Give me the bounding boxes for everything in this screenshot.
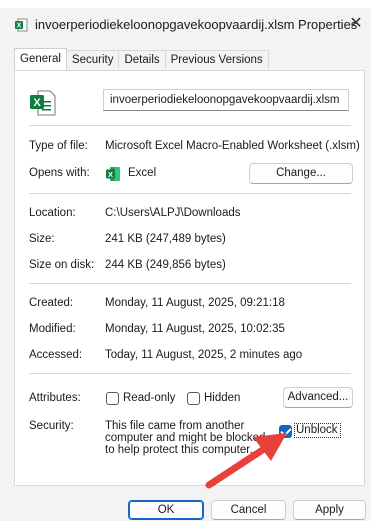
accessed-label: Accessed: bbox=[29, 349, 83, 361]
security-label: Security: bbox=[29, 420, 74, 432]
filename-input[interactable]: invoerperiodiekeloonopgavekoopvaardij.xl… bbox=[103, 89, 349, 111]
hidden-label[interactable]: Hidden bbox=[204, 392, 240, 404]
size-label: Size: bbox=[29, 233, 55, 245]
change-button-label: Change... bbox=[276, 167, 326, 179]
opens-with-value: Excel bbox=[128, 167, 157, 179]
accessed-value: Today, 11 August, 2025, 2 minutes ago bbox=[105, 349, 303, 361]
svg-text:X: X bbox=[17, 23, 22, 30]
advanced-button-label: Advanced... bbox=[287, 391, 349, 403]
created-label: Created: bbox=[29, 297, 74, 309]
window-title: invoerperiodiekeloonopgavekoopvaardij.xl… bbox=[35, 17, 358, 32]
readonly-checkbox[interactable] bbox=[106, 392, 119, 405]
cancel-button[interactable]: Cancel bbox=[211, 500, 286, 520]
apply-button-label: Apply bbox=[315, 504, 344, 516]
created-value: Monday, 11 August, 2025, 09:21:18 bbox=[105, 297, 285, 309]
divider bbox=[29, 193, 351, 194]
title-bar: X invoerperiodiekeloonopgavekoopvaardij.… bbox=[0, 8, 371, 42]
type-of-file-value: Microsoft Excel Macro-Enabled Worksheet … bbox=[105, 140, 360, 152]
security-warning-text: This file came from another computer and… bbox=[105, 420, 266, 456]
excel-file-icon: X bbox=[30, 90, 56, 116]
size-on-disk-value: 244 KB (249,856 bytes) bbox=[105, 259, 226, 271]
excel-file-icon: X bbox=[15, 18, 28, 32]
divider bbox=[29, 125, 351, 126]
ok-button-label: OK bbox=[157, 504, 175, 516]
tab-previous-versions[interactable]: Previous Versions bbox=[164, 50, 269, 69]
size-value: 241 KB (247,489 bytes) bbox=[105, 233, 226, 245]
location-value: C:\Users\ALPJ\Downloads bbox=[105, 207, 241, 219]
tab-security[interactable]: Security bbox=[65, 50, 120, 69]
cancel-button-label: Cancel bbox=[230, 504, 267, 516]
svg-text:X: X bbox=[108, 170, 113, 179]
location-label: Location: bbox=[29, 207, 76, 219]
divider bbox=[29, 373, 351, 374]
background-strip bbox=[0, 0, 371, 8]
excel-app-icon: X bbox=[106, 167, 120, 181]
ok-button[interactable]: OK bbox=[128, 500, 204, 520]
size-on-disk-label: Size on disk: bbox=[29, 259, 95, 271]
divider bbox=[29, 283, 351, 284]
properties-dialog: X invoerperiodiekeloonopgavekoopvaardij.… bbox=[0, 0, 371, 521]
modified-label: Modified: bbox=[29, 323, 76, 335]
svg-text:X: X bbox=[33, 97, 41, 109]
modified-value: Monday, 11 August, 2025, 10:02:35 bbox=[105, 323, 285, 335]
change-button[interactable]: Change... bbox=[249, 163, 353, 184]
unblock-checkbox[interactable] bbox=[279, 425, 292, 438]
general-panel: X invoerperiodiekeloonopgavekoopvaardij.… bbox=[14, 70, 365, 489]
hidden-checkbox[interactable] bbox=[187, 392, 200, 405]
type-of-file-label: Type of file: bbox=[29, 140, 88, 152]
attributes-label: Attributes: bbox=[29, 392, 81, 404]
tab-general[interactable]: General bbox=[14, 48, 67, 70]
apply-button[interactable]: Apply bbox=[293, 500, 366, 520]
unblock-label[interactable]: Unblock bbox=[296, 424, 338, 436]
readonly-label[interactable]: Read-only bbox=[123, 392, 175, 404]
opens-with-label: Opens with: bbox=[29, 167, 90, 179]
tab-strip: General Security Details Previous Versio… bbox=[14, 48, 269, 70]
advanced-button[interactable]: Advanced... bbox=[283, 387, 353, 408]
tab-details[interactable]: Details bbox=[118, 50, 166, 69]
close-icon[interactable]: ✕ bbox=[346, 14, 366, 34]
